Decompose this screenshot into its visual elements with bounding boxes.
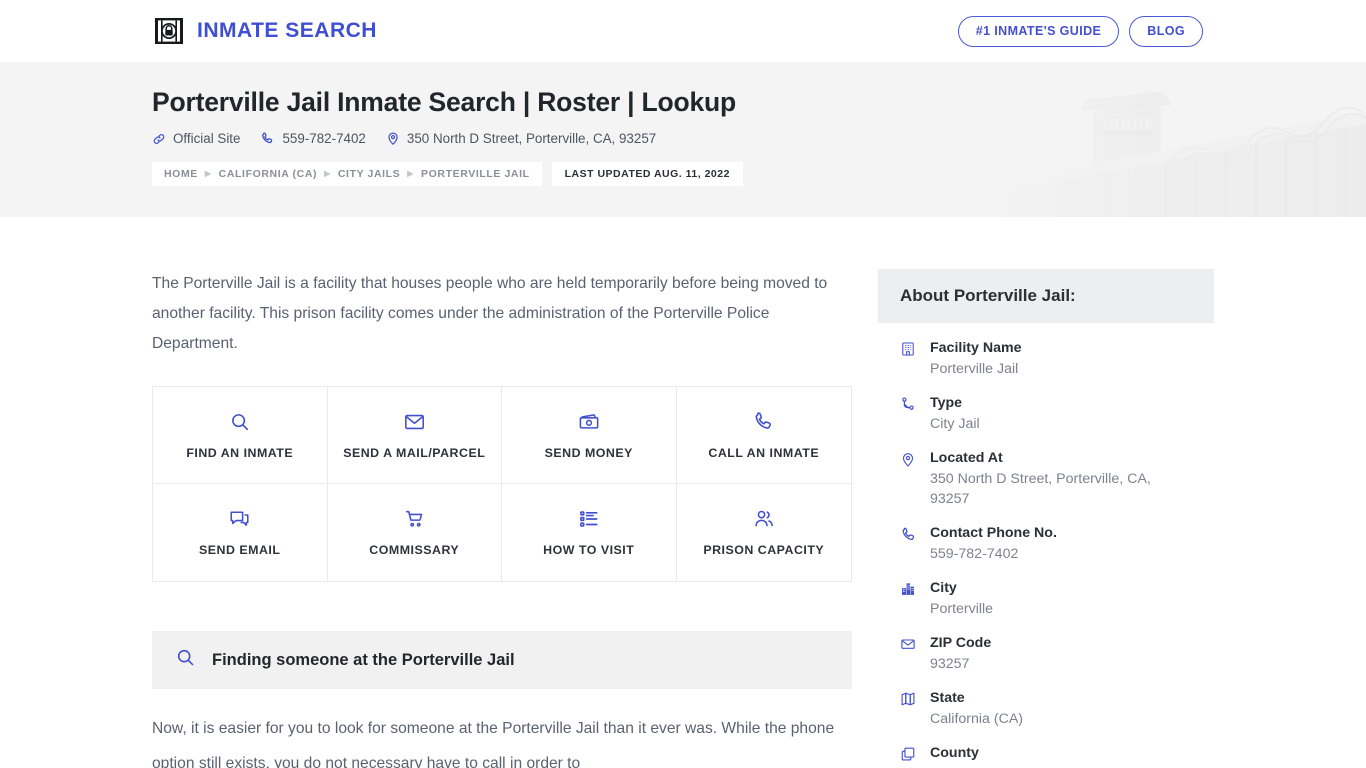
chevron-right-icon: ▶ <box>324 169 331 179</box>
inmates-guide-button[interactable]: #1 INMATE'S GUIDE <box>957 16 1120 47</box>
fact-label: Contact Phone No. <box>930 525 1057 541</box>
jail-lock-icon <box>152 14 186 48</box>
fact-label: Facility Name <box>930 340 1022 356</box>
tile-send-a-mail-parcel[interactable]: SEND A MAIL/PARCEL <box>327 387 502 484</box>
layers-icon <box>900 744 918 762</box>
sidebar: About Porterville Jail: Facility Name Po… <box>878 217 1214 768</box>
official-site-label: Official Site <box>173 131 241 147</box>
fact-label: Located At <box>930 450 1003 466</box>
tile-label: FIND AN INMATE <box>186 445 294 460</box>
fact-value: Porterville Jail <box>930 361 1019 377</box>
tile-label: PRISON CAPACITY <box>703 543 825 557</box>
breadcrumb-item-city-jails[interactable]: CITY JAILS <box>338 168 400 180</box>
tile-label: SEND A MAIL/PARCEL <box>343 445 486 460</box>
fact-type: Type City Jail <box>900 394 1192 434</box>
tile-label: CALL AN INMATE <box>708 446 820 460</box>
hero-banner: Porterville Jail Inmate Search | Roster … <box>0 62 1366 217</box>
hero-phone[interactable]: 559-782-7402 <box>260 131 366 147</box>
link-icon <box>152 132 166 146</box>
fact-contact-phone: Contact Phone No. 559-782-7402 <box>900 524 1192 564</box>
fact-located-at: Located At 350 North D Street, Portervil… <box>900 449 1192 509</box>
header-actions: #1 INMATE'S GUIDE BLOG <box>957 16 1203 47</box>
city-buildings-icon <box>900 579 918 597</box>
phone-icon <box>900 524 918 543</box>
about-card-title: About Porterville Jail: <box>900 286 1076 305</box>
blog-button[interactable]: BLOG <box>1129 16 1203 47</box>
brand-logo[interactable]: INMATE SEARCH <box>152 14 377 48</box>
hero-address: 350 North D Street, Porterville, CA, 932… <box>386 131 656 146</box>
people-icon <box>752 508 776 530</box>
breadcrumb-item-home[interactable]: HOME <box>164 168 198 180</box>
fact-value: 93257 <box>930 656 970 672</box>
page-body: The Porterville Jail is a facility that … <box>0 217 1366 768</box>
breadcrumb-item-porterville-jail[interactable]: PORTERVILLE JAIL <box>421 168 530 180</box>
fact-county: County Tulare County <box>900 744 1192 768</box>
shopping-cart-icon <box>403 508 426 530</box>
site-header: INMATE SEARCH #1 INMATE'S GUIDE BLOG <box>0 0 1366 62</box>
fact-value: 559-782-7402 <box>930 546 1019 562</box>
tile-send-email[interactable]: SEND EMAIL <box>153 484 328 581</box>
tile-label: SEND EMAIL <box>199 543 281 557</box>
fact-value: Tulare County <box>930 764 1192 768</box>
fact-value: City Jail <box>930 416 980 432</box>
tile-send-money[interactable]: SEND MONEY <box>502 387 677 484</box>
envelope-icon <box>900 634 918 652</box>
section-title: Finding someone at the Porterville Jail <box>212 650 515 669</box>
official-site-link[interactable]: Official Site <box>152 131 240 146</box>
fact-label: Type <box>930 395 963 411</box>
main-column: The Porterville Jail is a facility that … <box>152 217 852 768</box>
tile-prison-capacity[interactable]: PRISON CAPACITY <box>676 484 851 581</box>
search-icon <box>229 411 251 433</box>
section-paragraph: Now, it is easier for you to look for so… <box>152 720 835 768</box>
phone-icon <box>260 131 275 146</box>
tile-label: SEND MONEY <box>544 445 633 460</box>
chevron-right-icon: ▶ <box>204 169 212 179</box>
hero-phone-label: 559-782-7402 <box>282 131 366 147</box>
fact-zip-code: ZIP Code 93257 <box>900 634 1192 674</box>
banknote-icon <box>577 411 601 433</box>
phone-icon <box>752 410 775 433</box>
tile-find-an-inmate[interactable]: FIND AN INMATE <box>153 387 328 484</box>
fact-value: Porterville <box>930 601 994 617</box>
location-pin-icon <box>386 131 400 146</box>
fact-value: 350 North D Street, Porterville, CA, 932… <box>930 471 1151 507</box>
location-pin-icon <box>900 449 918 468</box>
about-card-body: Facility Name Porterville Jail Type City… <box>878 323 1214 768</box>
section-heading-bar: Finding someone at the Porterville Jail <box>152 631 852 689</box>
action-grid: FIND AN INMATE SEND A MAIL/PARCEL SEND M… <box>152 386 852 582</box>
chevron-right-icon: ▶ <box>407 169 415 179</box>
tile-call-an-inmate[interactable]: CALL AN INMATE <box>676 387 851 484</box>
fact-value: California (CA) <box>930 711 1024 727</box>
tile-label: COMMISSARY <box>369 543 460 557</box>
fact-label: State <box>930 690 965 706</box>
intro-paragraph: The Porterville Jail is a facility that … <box>152 275 828 352</box>
tile-label: HOW TO VISIT <box>543 543 635 557</box>
fact-label: City <box>930 580 957 596</box>
fact-facility-name: Facility Name Porterville Jail <box>900 339 1192 379</box>
envelope-icon <box>403 411 426 433</box>
breadcrumb-trail: HOME ▶ CALIFORNIA (CA) ▶ CITY JAILS ▶ PO… <box>152 162 542 187</box>
hero-meta: Official Site 559-782-7402 350 North D S… <box>152 131 1366 146</box>
fact-city: City Porterville <box>900 579 1192 619</box>
tile-commissary[interactable]: COMMISSARY <box>327 484 502 581</box>
about-card-header: About Porterville Jail: <box>878 269 1214 323</box>
breadcrumb: HOME ▶ CALIFORNIA (CA) ▶ CITY JAILS ▶ PO… <box>152 162 1366 187</box>
about-card: About Porterville Jail: Facility Name Po… <box>878 269 1214 768</box>
building-icon <box>900 339 918 357</box>
fact-state: State California (CA) <box>900 689 1192 729</box>
list-icon <box>578 508 600 530</box>
last-updated-badge: LAST UPDATED AUG. 11, 2022 <box>551 162 743 187</box>
map-icon <box>900 689 918 707</box>
chat-bubble-icon <box>228 508 251 530</box>
branch-node-icon <box>900 394 918 412</box>
brand-name: INMATE SEARCH <box>197 19 377 42</box>
fact-label: County <box>930 745 979 761</box>
search-icon <box>175 647 196 673</box>
page-title: Porterville Jail Inmate Search | Roster … <box>152 87 736 117</box>
fact-label: ZIP Code <box>930 635 992 651</box>
breadcrumb-item-california[interactable]: CALIFORNIA (CA) <box>219 168 317 180</box>
hero-address-label: 350 North D Street, Porterville, CA, 932… <box>406 131 657 147</box>
tile-how-to-visit[interactable]: HOW TO VISIT <box>502 484 677 581</box>
